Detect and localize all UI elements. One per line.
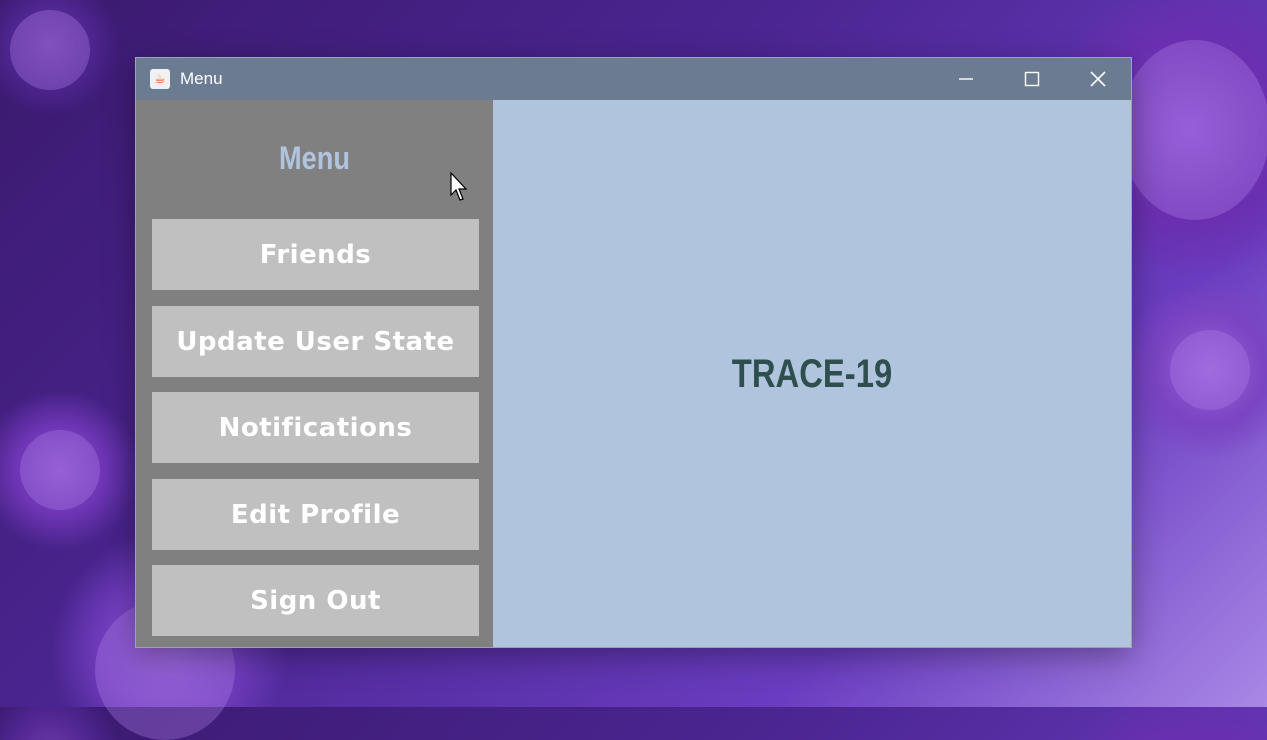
maximize-button[interactable]: [999, 58, 1065, 100]
virus-decoration: [1170, 330, 1250, 410]
menu-heading: Menu: [278, 140, 351, 176]
minimize-button[interactable]: [933, 58, 999, 100]
main-panel: TRACE-19: [493, 100, 1131, 647]
edit-profile-button[interactable]: Edit Profile: [152, 479, 479, 550]
menu-window: ☕ Menu Menu Friends Update User State No…: [136, 58, 1131, 647]
close-icon: [1090, 71, 1106, 87]
friends-button[interactable]: Friends: [152, 219, 479, 290]
close-button[interactable]: [1065, 58, 1131, 100]
sign-out-button[interactable]: Sign Out: [152, 565, 479, 636]
mouse-cursor-icon: [450, 172, 468, 201]
update-user-state-button[interactable]: Update User State: [152, 306, 479, 377]
window-title: Menu: [180, 69, 223, 88]
window-content: Menu Friends Update User State Notificat…: [136, 100, 1131, 647]
notifications-button[interactable]: Notifications: [152, 392, 479, 463]
virus-decoration: [10, 10, 90, 90]
virus-decoration: [1120, 40, 1267, 220]
window-controls: [933, 58, 1131, 100]
brand-title: TRACE-19: [731, 352, 893, 396]
java-icon: ☕: [150, 69, 170, 89]
title-bar[interactable]: ☕ Menu: [136, 58, 1131, 100]
virus-decoration: [20, 430, 100, 510]
minimize-icon: [959, 78, 973, 80]
maximize-icon: [1024, 71, 1040, 87]
sidebar: Menu Friends Update User State Notificat…: [136, 100, 493, 647]
